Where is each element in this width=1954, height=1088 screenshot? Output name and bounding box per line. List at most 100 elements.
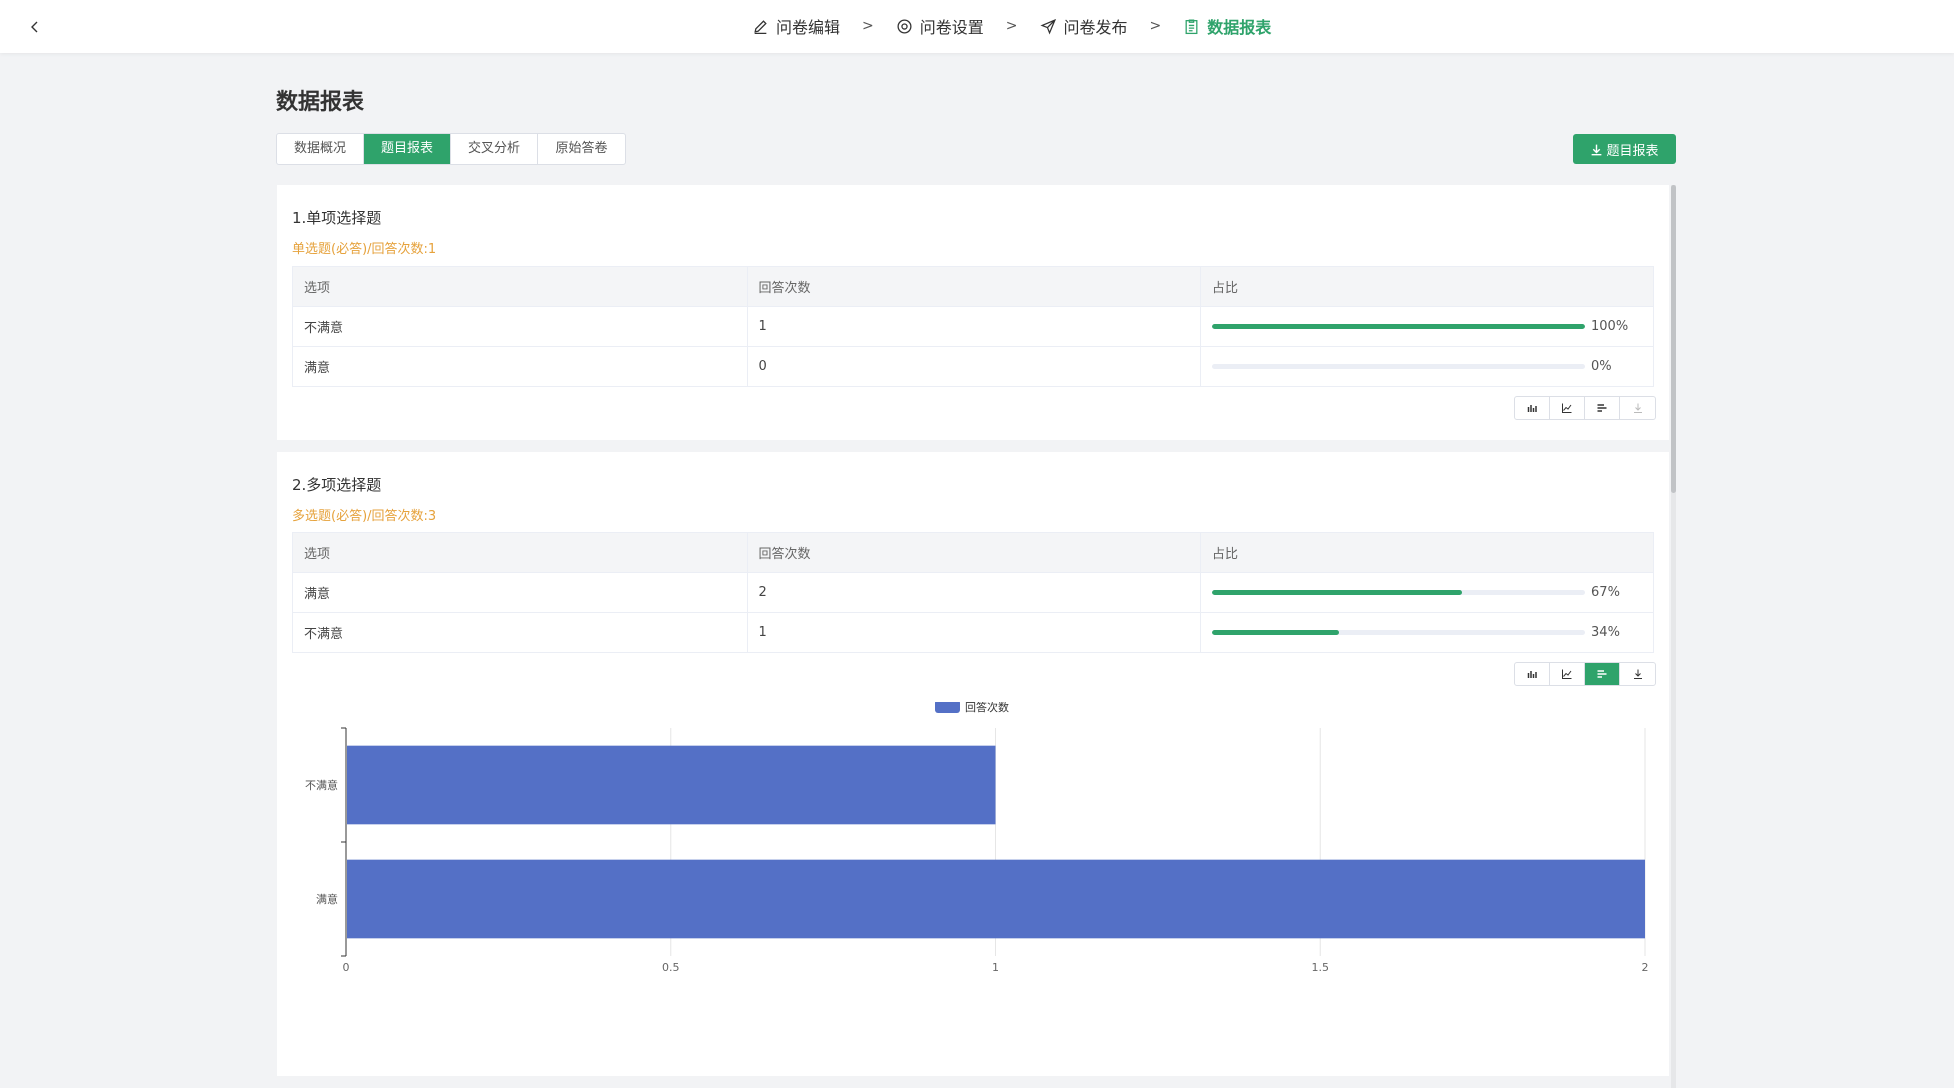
step-settings[interactable]: 问卷设置 (896, 14, 984, 38)
line-chart-button[interactable] (1550, 397, 1585, 419)
tab-question-report[interactable]: 题目报表 (364, 134, 451, 164)
export-question-report-button[interactable]: 题目报表 (1573, 134, 1676, 164)
answer-count-bar-chart: 回答次数 0 0.5 1 1.5 2 不满意满意 (305, 702, 1649, 974)
step-label: 问卷发布 (1063, 18, 1128, 37)
chart-type-toggle (1514, 396, 1656, 420)
progress-fill (1212, 324, 1585, 329)
percent-label: 34% (1591, 625, 1620, 640)
x-tick-label: 1 (992, 961, 999, 974)
column-header-option: 选项 (292, 532, 748, 573)
download-icon (1592, 144, 1602, 155)
back-button[interactable] (20, 12, 50, 42)
export-button-label: 题目报表 (1606, 143, 1659, 159)
bar-chart-button[interactable] (1585, 663, 1620, 685)
count-cell: 1 (747, 612, 1202, 653)
table-row: 不满意 1 100% (292, 306, 1654, 347)
option-cell: 不满意 (292, 612, 748, 653)
progress-fill (1212, 590, 1462, 595)
progress-bar (1212, 324, 1585, 329)
question-title: 2.多项选择题 (292, 476, 382, 494)
step-publish[interactable]: 问卷发布 (1039, 14, 1128, 38)
bar-chart-button[interactable] (1585, 397, 1620, 419)
question-meta: 多选题(必答)/回答次数:3 (292, 509, 437, 524)
percent-cell: 0% (1200, 346, 1654, 387)
column-chart-button[interactable] (1515, 397, 1550, 419)
percent-cell: 100% (1200, 306, 1654, 347)
progress-bar (1212, 630, 1586, 635)
option-cell: 不满意 (292, 306, 748, 347)
option-cell: 满意 (292, 572, 748, 613)
download-chart-button[interactable] (1620, 397, 1655, 419)
bar-chart-icon (1597, 404, 1607, 412)
settings-icon (897, 18, 912, 34)
step-label: 问卷编辑 (776, 18, 841, 37)
count-cell: 1 (747, 306, 1201, 347)
download-chart-button[interactable] (1620, 663, 1655, 685)
y-category-label: 不满意 (305, 778, 338, 792)
question-title: 1.单项选择题 (292, 209, 382, 227)
progress-bar (1212, 590, 1586, 595)
count-cell: 2 (747, 572, 1202, 613)
legend-swatch (935, 702, 960, 713)
bar (347, 745, 996, 825)
table-row: 不满意 1 34% (292, 612, 1654, 653)
legend-label: 回答次数 (965, 702, 1009, 714)
tab-cross-analysis[interactable]: 交叉分析 (451, 134, 538, 164)
report-icon (1185, 18, 1198, 34)
column-chart-button[interactable] (1515, 663, 1550, 685)
column-header-count: 回答次数 (747, 532, 1202, 573)
bar-chart-icon (1597, 670, 1607, 678)
chart-type-toggle (1514, 662, 1656, 686)
column-header-option: 选项 (292, 266, 748, 307)
option-cell: 满意 (292, 346, 748, 387)
column-header-count: 回答次数 (747, 266, 1201, 307)
send-icon (1039, 18, 1056, 35)
tab-raw-answers[interactable]: 原始答卷 (538, 134, 625, 164)
top-navigation: 问卷编辑 > 问卷设置 > 问卷发布 > 数据报表 (0, 0, 1954, 53)
vertical-scrollbar[interactable] (1671, 185, 1676, 1088)
percent-cell: 67% (1200, 572, 1654, 613)
step-report[interactable]: 数据报表 (1183, 14, 1271, 38)
table-row: 满意 0 0% (292, 346, 1654, 387)
x-tick-label: 0 (343, 961, 350, 974)
edit-icon (754, 19, 767, 34)
page-title: 数据报表 (276, 90, 365, 115)
percent-label: 100% (1591, 319, 1629, 334)
question-card-2: 2.多项选择题 多选题(必答)/回答次数:3 选项 回答次数 占比 满意 2 6… (277, 452, 1669, 1076)
line-chart-button[interactable] (1550, 663, 1585, 685)
chevron-left-icon (31, 21, 38, 33)
scrollbar-thumb[interactable] (1671, 185, 1676, 493)
line-chart-icon (1562, 669, 1572, 679)
step-navigation: 问卷编辑 > 问卷设置 > 问卷发布 > 数据报表 (752, 13, 1271, 39)
x-tick-label: 2 (1642, 961, 1649, 974)
column-chart-icon (1527, 405, 1537, 412)
report-tabs: 数据概况 题目报表 交叉分析 原始答卷 (276, 133, 626, 165)
tab-data-overview[interactable]: 数据概况 (277, 134, 364, 164)
question-meta: 单选题(必答)/回答次数:1 (292, 242, 437, 257)
percent-label: 0% (1591, 359, 1612, 374)
step-separator: > (1005, 18, 1018, 34)
column-header-percent: 占比 (1200, 266, 1654, 307)
x-tick-label: 0.5 (662, 961, 680, 974)
table-row: 满意 2 67% (292, 572, 1654, 613)
progress-bar (1212, 364, 1585, 369)
percent-cell: 34% (1200, 612, 1654, 653)
question-stats-table: 选项 回答次数 占比 不满意 1 100% 满意 0 0% (292, 266, 1654, 387)
count-cell: 0 (747, 346, 1201, 387)
step-label: 数据报表 (1207, 18, 1272, 37)
question-card-1: 1.单项选择题 单选题(必答)/回答次数:1 选项 回答次数 占比 不满意 1 … (277, 185, 1669, 440)
column-chart-icon (1527, 671, 1537, 678)
download-icon (1633, 669, 1642, 679)
line-chart-icon (1562, 403, 1572, 413)
step-edit[interactable]: 问卷编辑 (752, 14, 840, 38)
percent-label: 67% (1591, 585, 1620, 600)
step-separator: > (862, 18, 874, 34)
step-label: 问卷设置 (919, 18, 984, 37)
y-category-label: 满意 (316, 892, 338, 906)
question-stats-table: 选项 回答次数 占比 满意 2 67% 不满意 1 34% (292, 532, 1654, 653)
bar (347, 859, 1645, 939)
download-icon (1633, 403, 1642, 413)
column-header-percent: 占比 (1200, 532, 1654, 573)
x-tick-label: 1.5 (1312, 961, 1330, 974)
progress-fill (1212, 630, 1339, 635)
